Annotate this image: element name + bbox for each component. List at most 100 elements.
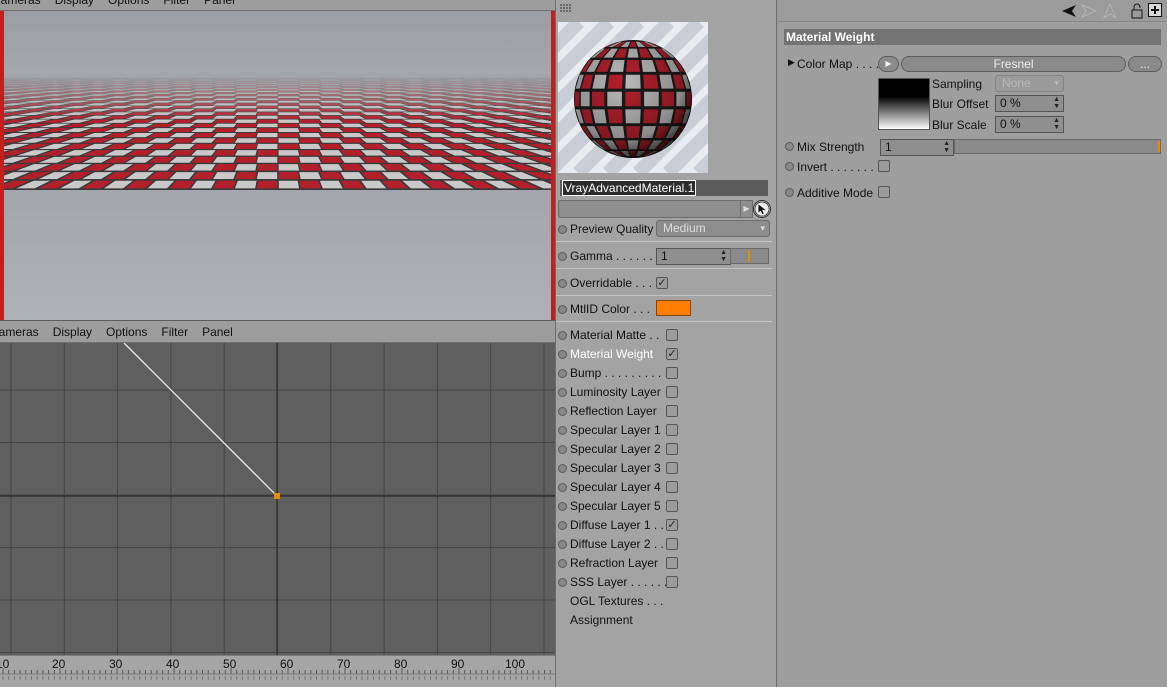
animate-radio[interactable] <box>558 224 567 234</box>
menu-cameras[interactable]: Cameras <box>0 325 39 339</box>
channel-row[interactable]: Bump . . . . . . . . . . <box>558 364 668 382</box>
menu-cameras[interactable]: Cameras <box>0 0 41 7</box>
shader-preview-swatch[interactable] <box>878 78 930 130</box>
menu-display[interactable]: Display <box>55 0 94 7</box>
sampling-dropdown[interactable]: None ▾ <box>995 75 1064 92</box>
animate-radio[interactable] <box>785 188 794 197</box>
panel-grip-icon[interactable] <box>560 4 572 14</box>
mix-strength-input[interactable]: 1 ▲ ▼ <box>880 139 954 156</box>
shader-menu-button[interactable]: ▶ <box>878 56 899 72</box>
forward-arrow-icon[interactable] <box>1081 4 1097 18</box>
invert-checkbox[interactable] <box>878 160 890 172</box>
stepper-arrows-icon[interactable]: ▲ ▼ <box>943 140 950 154</box>
animate-radio[interactable] <box>558 539 567 549</box>
graph-viewport[interactable] <box>0 343 555 655</box>
animate-radio[interactable] <box>558 577 567 587</box>
channel-row[interactable]: Material Matte . . <box>558 326 659 344</box>
mix-strength-slider[interactable] <box>954 139 1161 154</box>
channel-checkbox[interactable] <box>666 405 678 417</box>
channel-row[interactable]: Specular Layer 4 <box>558 478 661 496</box>
blur-scale-input[interactable]: 0 % ▲ ▼ <box>995 116 1064 133</box>
stepper-arrows-icon[interactable]: ▲ ▼ <box>1053 96 1060 110</box>
animate-radio[interactable] <box>558 251 567 261</box>
mtlid-color-swatch[interactable] <box>656 300 691 316</box>
preview-quality-dropdown[interactable]: Medium ▾ <box>656 220 770 237</box>
animate-radio[interactable] <box>558 278 567 288</box>
channel-checkbox[interactable]: ✓ <box>666 519 678 531</box>
menu-options[interactable]: Options <box>108 0 149 7</box>
channel-checkbox[interactable] <box>666 481 678 493</box>
expand-triangle-icon[interactable]: ▶ <box>788 57 795 68</box>
lock-icon[interactable] <box>1131 3 1143 19</box>
perspective-viewport[interactable] <box>0 11 555 320</box>
gamma-slider[interactable] <box>730 248 769 264</box>
channel-label: Bump . . . . . . . . . . <box>570 366 669 380</box>
separator <box>556 241 772 242</box>
menu-panel[interactable]: Panel <box>202 325 233 339</box>
channel-checkbox[interactable] <box>666 367 678 379</box>
overridable-checkbox[interactable]: ✓ <box>656 277 668 289</box>
channel-row[interactable]: Specular Layer 2 <box>558 440 661 458</box>
channel-row[interactable]: Specular Layer 1 <box>558 421 661 439</box>
animate-radio[interactable] <box>558 558 567 568</box>
menu-filter[interactable]: Filter <box>161 325 188 339</box>
ogl-textures-row[interactable]: OGL Textures . . . <box>570 592 663 610</box>
animate-radio[interactable] <box>558 482 567 492</box>
material-name-field[interactable]: VrayAdvancedMaterial.1 <box>560 180 768 196</box>
animate-radio[interactable] <box>785 162 794 171</box>
channel-row[interactable]: SSS Layer . . . . . . . <box>558 573 674 591</box>
additive-mode-checkbox[interactable] <box>878 186 890 198</box>
channel-checkbox[interactable] <box>666 557 678 569</box>
animate-radio[interactable] <box>558 501 567 511</box>
channel-row[interactable]: Specular Layer 5 <box>558 497 661 515</box>
channel-checkbox[interactable] <box>666 500 678 512</box>
animate-radio[interactable] <box>785 142 794 151</box>
new-panel-icon[interactable] <box>1148 3 1162 17</box>
animate-radio[interactable] <box>558 520 567 530</box>
animate-radio[interactable] <box>558 349 567 359</box>
animate-radio[interactable] <box>558 444 567 454</box>
channel-checkbox[interactable] <box>666 386 678 398</box>
animate-radio[interactable] <box>558 304 567 314</box>
material-link-field[interactable] <box>558 200 742 218</box>
more-options-button[interactable]: ... <box>1128 56 1162 72</box>
timeline-ruler[interactable]: 10 20 30 40 50 60 70 80 90 100 <box>0 655 555 687</box>
channel-row[interactable]: Specular Layer 3 <box>558 459 661 477</box>
menu-panel[interactable]: Panel <box>204 0 235 7</box>
channel-checkbox[interactable]: ✓ <box>666 348 678 360</box>
animate-radio[interactable] <box>558 387 567 397</box>
channel-checkbox[interactable] <box>666 576 678 588</box>
animate-radio[interactable] <box>558 425 567 435</box>
channel-checkbox[interactable] <box>666 443 678 455</box>
stepper-arrows-icon[interactable]: ▲ ▼ <box>720 249 727 263</box>
channel-checkbox[interactable] <box>666 538 678 550</box>
shader-name-button[interactable]: Fresnel <box>901 56 1126 72</box>
assignment-row[interactable]: Assignment <box>570 611 633 629</box>
back-arrow-icon[interactable] <box>1061 4 1077 18</box>
gamma-input[interactable]: 1 ▲ ▼ <box>656 248 731 265</box>
channel-row[interactable]: Diffuse Layer 2 . . <box>558 535 664 553</box>
channel-checkbox[interactable] <box>666 462 678 474</box>
channel-checkbox[interactable] <box>666 424 678 436</box>
menu-filter[interactable]: Filter <box>163 0 190 7</box>
ogl-textures-label: OGL Textures . . . <box>570 594 664 608</box>
blur-scale-label: Blur Scale <box>932 118 987 132</box>
menu-options[interactable]: Options <box>106 325 147 339</box>
animate-radio[interactable] <box>558 406 567 416</box>
animate-radio[interactable] <box>558 368 567 378</box>
channel-row[interactable]: Reflection Layer <box>558 402 657 420</box>
animate-radio[interactable] <box>558 463 567 473</box>
animate-radio[interactable] <box>558 330 567 340</box>
material-preview[interactable] <box>558 22 708 173</box>
channel-row[interactable]: Diffuse Layer 1 . . <box>558 516 664 534</box>
pick-arrow-icon[interactable] <box>753 200 771 218</box>
link-arrow-button[interactable]: ▶ <box>740 200 753 218</box>
channel-row[interactable]: Refraction Layer <box>558 554 658 572</box>
channel-row[interactable]: Material Weight <box>558 345 653 363</box>
menu-display[interactable]: Display <box>53 325 92 339</box>
up-arrow-icon[interactable] <box>1103 3 1117 19</box>
blur-offset-input[interactable]: 0 % ▲ ▼ <box>995 95 1064 112</box>
channel-checkbox[interactable] <box>666 329 678 341</box>
channel-row[interactable]: Luminosity Layer <box>558 383 661 401</box>
stepper-arrows-icon[interactable]: ▲ ▼ <box>1053 117 1060 131</box>
